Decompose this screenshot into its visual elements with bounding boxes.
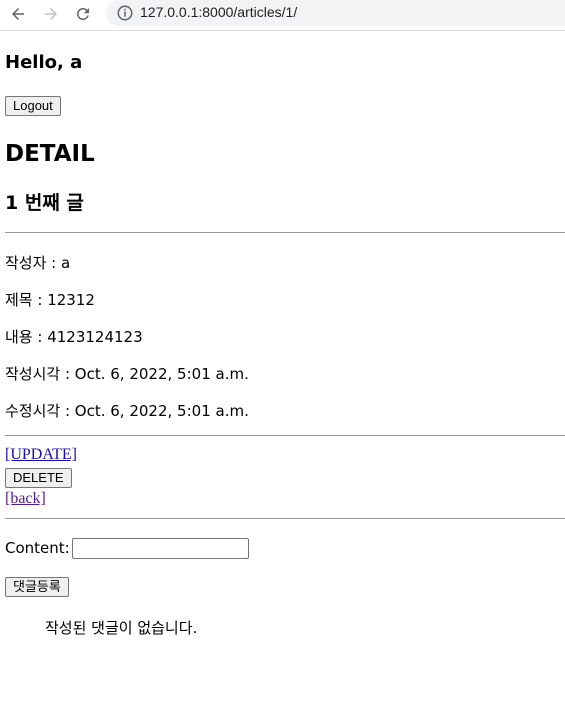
forward-arrow-icon[interactable] — [40, 3, 62, 25]
divider — [5, 232, 565, 233]
created-at-line: 작성시각 : Oct. 6, 2022, 5:01 a.m. — [5, 365, 249, 383]
address-bar[interactable]: 127.0.0.1:8000/articles/1/ — [106, 0, 565, 26]
page-title: DETAIL — [5, 141, 95, 167]
divider — [5, 518, 565, 519]
divider — [5, 435, 565, 436]
article-number-heading: 1 번째 글 — [5, 192, 84, 214]
content-label: Content: — [5, 539, 70, 557]
delete-button[interactable]: DELETE — [5, 468, 72, 488]
url-text: 127.0.0.1:8000/articles/1/ — [140, 4, 298, 20]
info-icon[interactable] — [116, 4, 134, 22]
reload-icon[interactable] — [72, 3, 94, 25]
browser-toolbar: 127.0.0.1:8000/articles/1/ — [0, 0, 565, 31]
update-link[interactable]: [UPDATE] — [5, 446, 77, 464]
empty-comments-message: 작성된 댓글이 없습니다. — [45, 619, 198, 637]
content-line: 내용 : 4123124123 — [5, 328, 143, 346]
back-link[interactable]: [back] — [5, 490, 46, 508]
title-line: 제목 : 12312 — [5, 291, 95, 309]
back-arrow-icon[interactable] — [7, 3, 29, 25]
greeting: Hello, a — [5, 52, 83, 73]
logout-button[interactable]: Logout — [5, 96, 61, 116]
author-line: 작성자 : a — [5, 254, 71, 272]
comment-content-input[interactable] — [72, 538, 249, 559]
submit-comment-button[interactable]: 댓글등록 — [5, 577, 69, 597]
updated-at-line: 수정시각 : Oct. 6, 2022, 5:01 a.m. — [5, 402, 249, 420]
